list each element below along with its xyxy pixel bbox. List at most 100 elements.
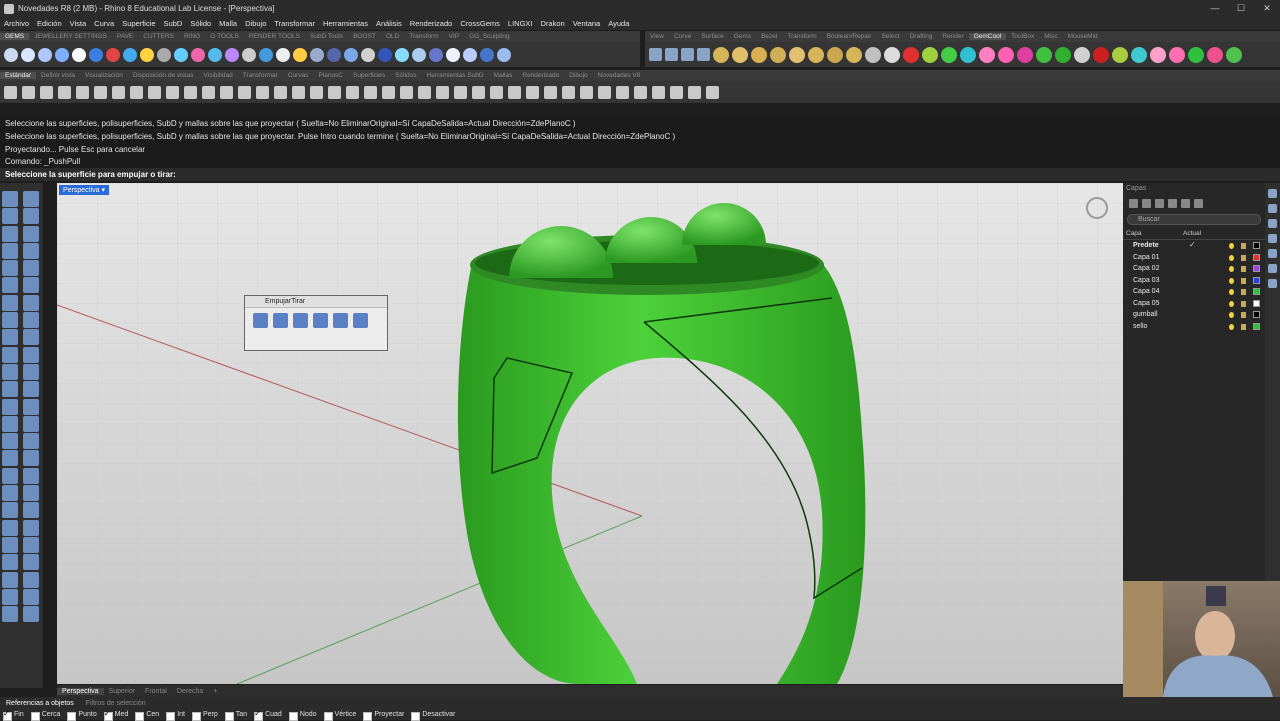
- left-tool-icon[interactable]: [2, 415, 18, 432]
- standard-tool-icon[interactable]: [400, 85, 413, 99]
- left-tool-icon[interactable]: [23, 191, 39, 207]
- gem-tool-icon[interactable]: [242, 47, 256, 62]
- menu-item[interactable]: Vista: [66, 19, 91, 28]
- side-tool-icon[interactable]: [1268, 204, 1277, 213]
- standard-tool-icon[interactable]: [490, 85, 503, 99]
- toolbar-tab[interactable]: GEMS: [0, 33, 30, 40]
- gem-tool-icon[interactable]: [21, 47, 35, 62]
- visibility-bulb-icon[interactable]: [1229, 312, 1234, 318]
- gem-tool-icon[interactable]: [1207, 46, 1223, 63]
- left-tool-icon[interactable]: [23, 294, 39, 311]
- gem-tool-icon[interactable]: [998, 46, 1014, 63]
- left-tool-icon[interactable]: [23, 225, 39, 242]
- osnap-checkbox[interactable]: Fin: [0, 709, 28, 721]
- left-tool-icon[interactable]: [23, 554, 39, 571]
- visibility-bulb-icon[interactable]: [1229, 266, 1234, 272]
- left-tool-icon[interactable]: [2, 277, 18, 294]
- standard-tool-icon[interactable]: [58, 85, 71, 99]
- gem-tool-icon[interactable]: [922, 46, 938, 63]
- left-tool-icon[interactable]: [23, 433, 39, 450]
- lock-icon[interactable]: [1241, 266, 1246, 272]
- lock-icon[interactable]: [1241, 277, 1246, 284]
- gem-tool-icon[interactable]: [89, 47, 103, 62]
- gem-tool-icon[interactable]: [1150, 46, 1166, 63]
- standard-tool-icon[interactable]: [652, 85, 665, 99]
- lock-icon[interactable]: [1241, 254, 1246, 261]
- left-tool-icon[interactable]: [2, 294, 18, 311]
- menu-item[interactable]: Transformar: [270, 19, 319, 28]
- left-tool-icon[interactable]: [2, 536, 18, 553]
- toolbar-tab[interactable]: RING: [179, 33, 205, 40]
- toolbar-tab[interactable]: Select: [877, 33, 905, 40]
- toolbar-tab[interactable]: BOOST: [348, 33, 381, 40]
- toolbar-tab[interactable]: Transform: [404, 33, 443, 40]
- push-pull-panel[interactable]: EmpujarTirar: [244, 295, 388, 351]
- standard-tool-icon[interactable]: [274, 85, 287, 99]
- visibility-bulb-icon[interactable]: [1229, 254, 1234, 261]
- left-tool-icon[interactable]: [23, 536, 39, 553]
- standard-tool-icon[interactable]: [382, 85, 395, 99]
- standard-tool-icon[interactable]: [112, 85, 125, 99]
- toolbar-tab[interactable]: PlanosC: [313, 72, 348, 79]
- standard-tool-icon[interactable]: [292, 85, 305, 99]
- osnap-tab[interactable]: Filtros de selección: [80, 700, 152, 707]
- menu-item[interactable]: LINGXI: [504, 19, 537, 28]
- new-layer-icon[interactable]: [1129, 198, 1138, 208]
- osnap-checkbox[interactable]: Desactivar: [408, 711, 459, 721]
- viewport-tab[interactable]: Superior: [104, 688, 140, 695]
- layer-row[interactable]: Capa 04: [1123, 286, 1265, 298]
- visibility-bulb-icon[interactable]: [1229, 323, 1234, 330]
- left-tool-icon[interactable]: [2, 519, 18, 536]
- layer-color-swatch[interactable]: [1253, 322, 1260, 330]
- gem-tool-icon[interactable]: [412, 47, 426, 62]
- left-tool-icon[interactable]: [2, 381, 18, 398]
- gem-tool-icon[interactable]: [123, 47, 137, 62]
- maximize-button[interactable]: ☐: [1228, 3, 1254, 14]
- osnap-checkbox[interactable]: Proyectar: [360, 711, 408, 721]
- layer-row[interactable]: sello: [1123, 321, 1265, 333]
- layer-row[interactable]: gumball: [1123, 309, 1265, 321]
- left-tool-icon[interactable]: [23, 312, 39, 329]
- menu-item[interactable]: Análisis: [372, 19, 406, 28]
- standard-tool-icon[interactable]: [670, 85, 683, 99]
- osnap-checkbox[interactable]: Tan: [222, 711, 251, 721]
- toolbar-tab[interactable]: Drafting: [905, 33, 938, 40]
- layer-color-swatch[interactable]: [1253, 299, 1260, 307]
- visibility-bulb-icon[interactable]: [1229, 277, 1234, 284]
- menu-item[interactable]: Renderizado: [406, 19, 457, 28]
- gem-tool-icon[interactable]: [960, 46, 976, 63]
- menu-item[interactable]: Malla: [215, 19, 241, 28]
- layer-color-swatch[interactable]: [1253, 288, 1260, 295]
- gem-tool-icon[interactable]: [55, 47, 69, 62]
- gem-tool-icon[interactable]: [72, 47, 86, 62]
- layer-row[interactable]: Capa 02: [1123, 263, 1265, 275]
- toolbar-tab[interactable]: SubD Tools: [305, 33, 348, 40]
- layer-row[interactable]: Predete ✓: [1123, 240, 1265, 252]
- toolbar-tab[interactable]: JEWELLERY SETTINGS: [29, 33, 112, 40]
- toolbar-tab[interactable]: G TOOLS: [205, 33, 244, 40]
- toolbar-tab[interactable]: GemCool: [968, 33, 1007, 40]
- gem-tool-icon[interactable]: [865, 46, 881, 63]
- left-tool-icon[interactable]: [2, 225, 18, 242]
- minimize-button[interactable]: —: [1202, 3, 1228, 14]
- gem-tool-icon[interactable]: [1017, 46, 1033, 63]
- left-tool-icon[interactable]: [23, 502, 39, 519]
- left-tool-icon[interactable]: [23, 208, 39, 225]
- toolbar-tab[interactable]: Boolean/Repair: [822, 33, 877, 40]
- toolbar-tab[interactable]: Bezel: [756, 33, 782, 40]
- push-pull-tool-icon[interactable]: [273, 313, 288, 328]
- menu-item[interactable]: Drakon: [537, 19, 569, 28]
- gem-tool-icon[interactable]: [827, 46, 843, 63]
- left-tool-icon[interactable]: [2, 260, 18, 277]
- gem-tool-icon[interactable]: [259, 47, 273, 62]
- push-pull-tool-icon[interactable]: [253, 313, 268, 328]
- toolbar-tab[interactable]: Novedades V8: [593, 72, 646, 79]
- standard-tool-icon[interactable]: [94, 85, 107, 99]
- menu-item[interactable]: Dibujo: [241, 19, 270, 28]
- layer-color-swatch[interactable]: [1253, 311, 1260, 318]
- gem-tool-icon[interactable]: [225, 47, 239, 62]
- gem-tool-icon[interactable]: [429, 47, 443, 62]
- standard-tool-icon[interactable]: [634, 85, 647, 99]
- layer-color-swatch[interactable]: [1253, 276, 1260, 284]
- gem-tool-icon[interactable]: [846, 46, 862, 63]
